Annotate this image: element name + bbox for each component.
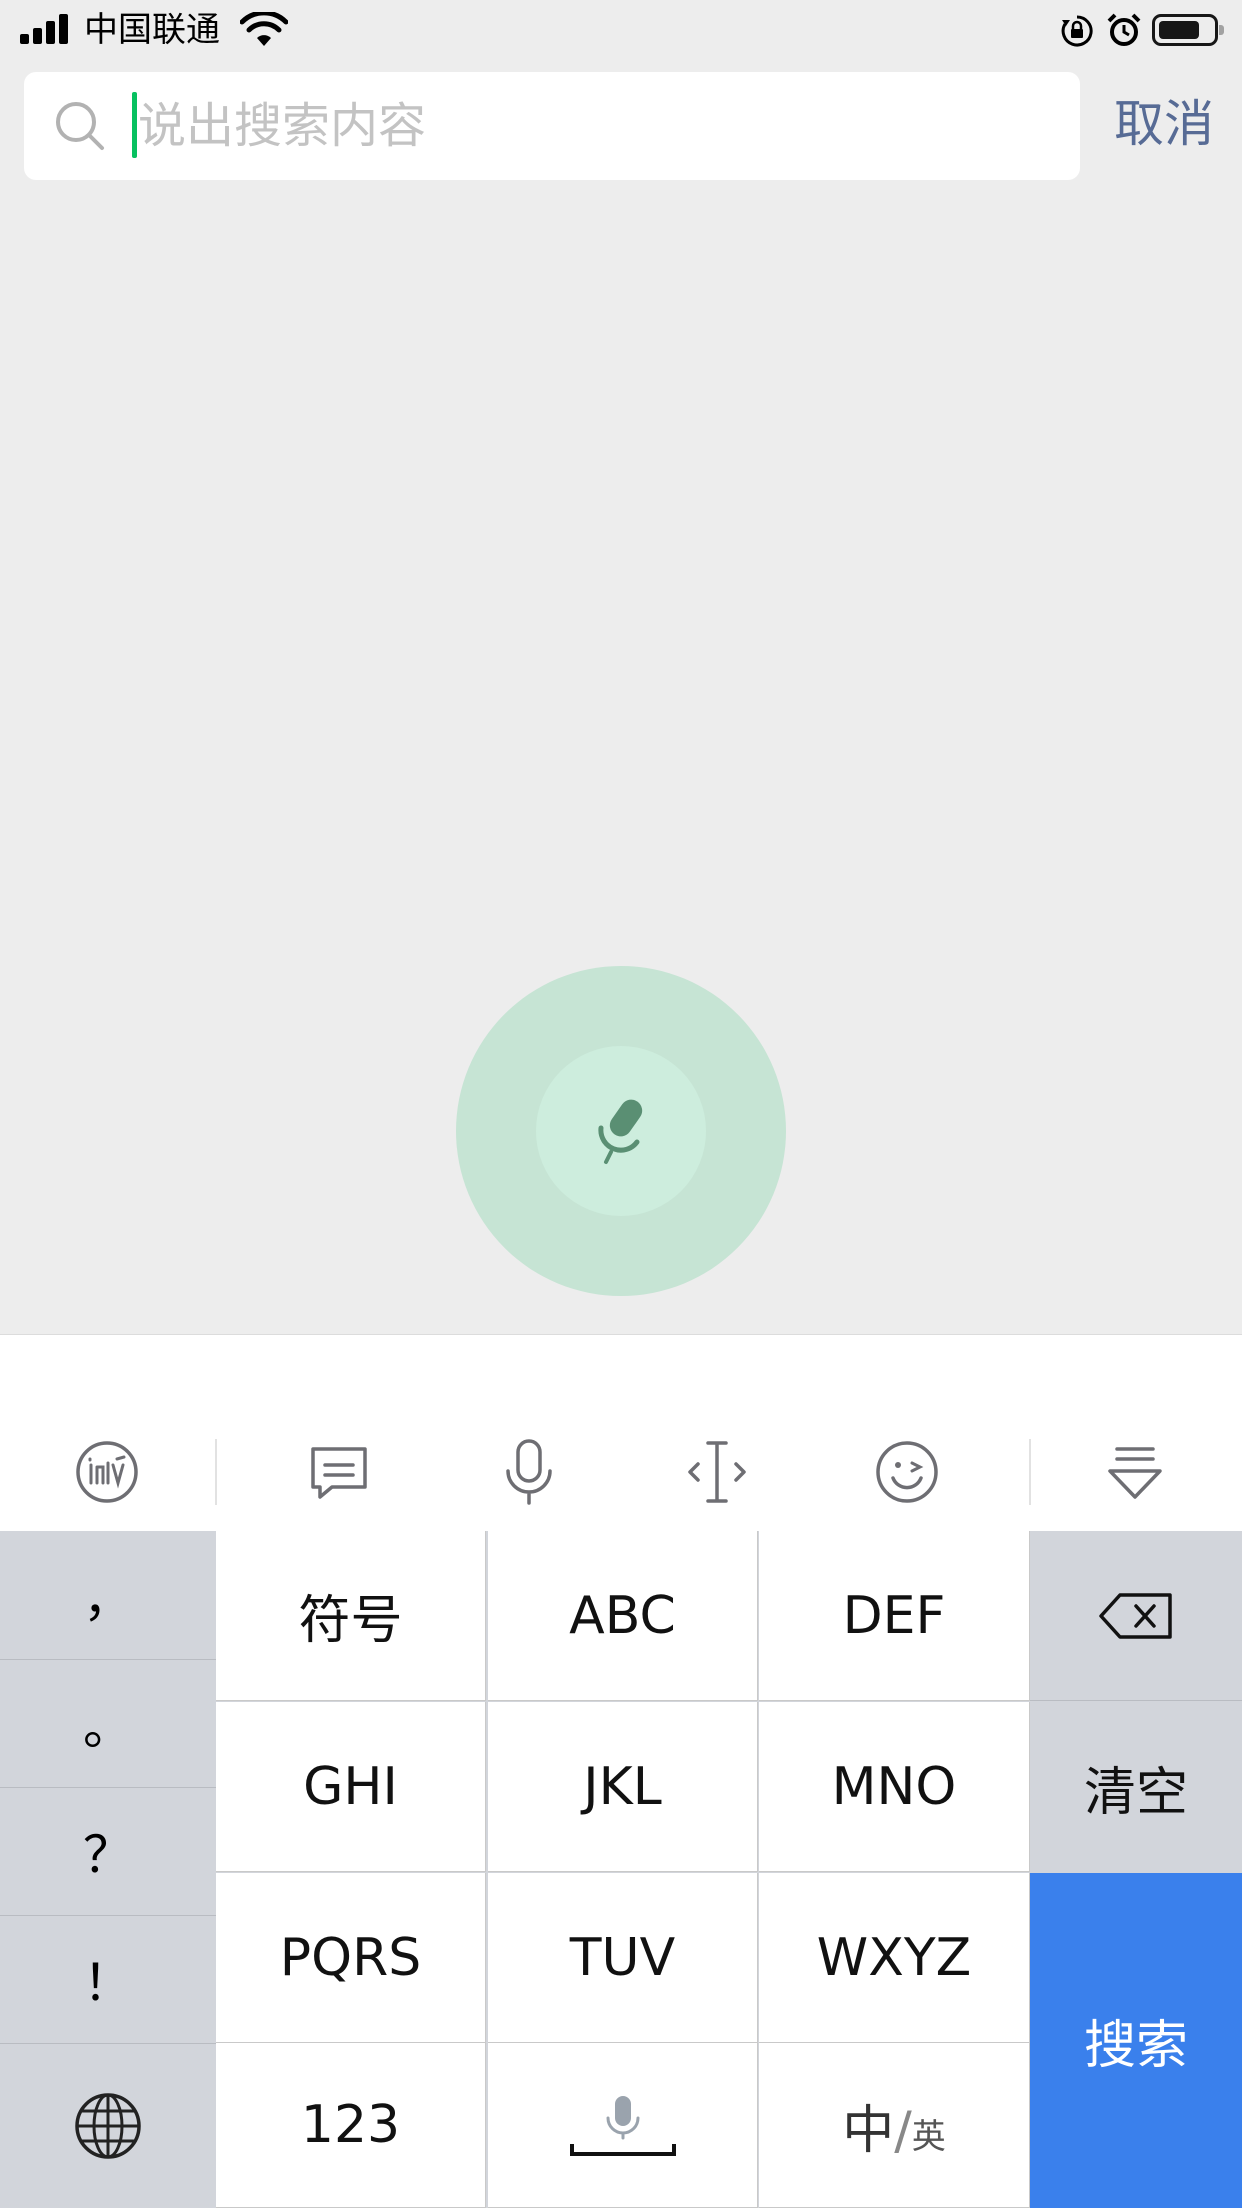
key-jkl[interactable]: JKL (488, 1702, 758, 1872)
battery-icon (1152, 14, 1224, 46)
keyboard: ， 。 ？ ！ 符号 ABC DEF GHI JKL MNO 清空 PQRS T… (0, 1531, 1242, 2208)
search-key[interactable]: 搜索 (1030, 1873, 1242, 2208)
wifi-icon (240, 12, 288, 46)
key-tuv[interactable]: TUV (488, 1873, 758, 2043)
backspace-icon (1099, 1592, 1172, 1639)
voice-input-inner-circle[interactable] (536, 1046, 706, 1216)
key-wxyz[interactable]: WXYZ (759, 1873, 1030, 2043)
chat-phrases-icon[interactable] (304, 1437, 374, 1507)
key-mno[interactable]: MNO (759, 1702, 1030, 1872)
globe-key[interactable] (0, 2043, 216, 2208)
hide-keyboard-icon[interactable] (1100, 1437, 1170, 1507)
search-input[interactable] (138, 86, 1038, 166)
key-123[interactable]: 123 (216, 2043, 486, 2208)
key-pqrs[interactable]: PQRS (216, 1873, 486, 2043)
text-cursor (132, 92, 137, 158)
keyboard-toolbar (0, 1413, 1242, 1533)
search-box[interactable] (24, 72, 1080, 180)
globe-icon (75, 2092, 141, 2159)
voice-input-button[interactable] (456, 966, 786, 1296)
punct-key-exclamation[interactable]: ！ (0, 1915, 216, 2044)
space-key[interactable] (488, 2043, 758, 2208)
lang-switch-key[interactable]: 中/英 (759, 2043, 1030, 2208)
punctuation-column: ， 。 ？ ！ (0, 1531, 216, 2208)
lang-key-sub: 英 (911, 2116, 946, 2157)
carrier-name: 中国联通 (84, 10, 220, 50)
punct-key-period[interactable]: 。 (0, 1659, 216, 1788)
microphone-icon (598, 1099, 643, 1164)
emoji-icon[interactable] (872, 1437, 942, 1507)
alarm-icon (1107, 13, 1141, 46)
key-ghi[interactable]: GHI (216, 1702, 486, 1872)
status-bar: 中国联通 (0, 0, 1242, 62)
search-icon (56, 102, 104, 150)
ifly-logo-icon[interactable] (72, 1437, 142, 1507)
punct-key-comma[interactable]: ， (0, 1531, 216, 1660)
backspace-key[interactable] (1030, 1531, 1242, 1701)
punct-key-question[interactable]: ？ (0, 1787, 216, 1916)
clear-key[interactable]: 清空 (1030, 1702, 1242, 1873)
candidate-bar (0, 1334, 1242, 1414)
key-abc[interactable]: ABC (488, 1531, 758, 1701)
lang-key-main: 中 (842, 2100, 895, 2161)
cellular-signal-icon (20, 14, 72, 44)
key-def[interactable]: DEF (759, 1531, 1030, 1701)
space-mic-icon (569, 2096, 676, 2156)
rotation-lock-icon (1061, 15, 1093, 47)
cancel-button[interactable]: 取消 (1114, 90, 1214, 158)
cursor-move-icon[interactable] (682, 1437, 752, 1507)
key-symbols[interactable]: 符号 (216, 1531, 486, 1701)
microphone-icon[interactable] (494, 1437, 564, 1507)
